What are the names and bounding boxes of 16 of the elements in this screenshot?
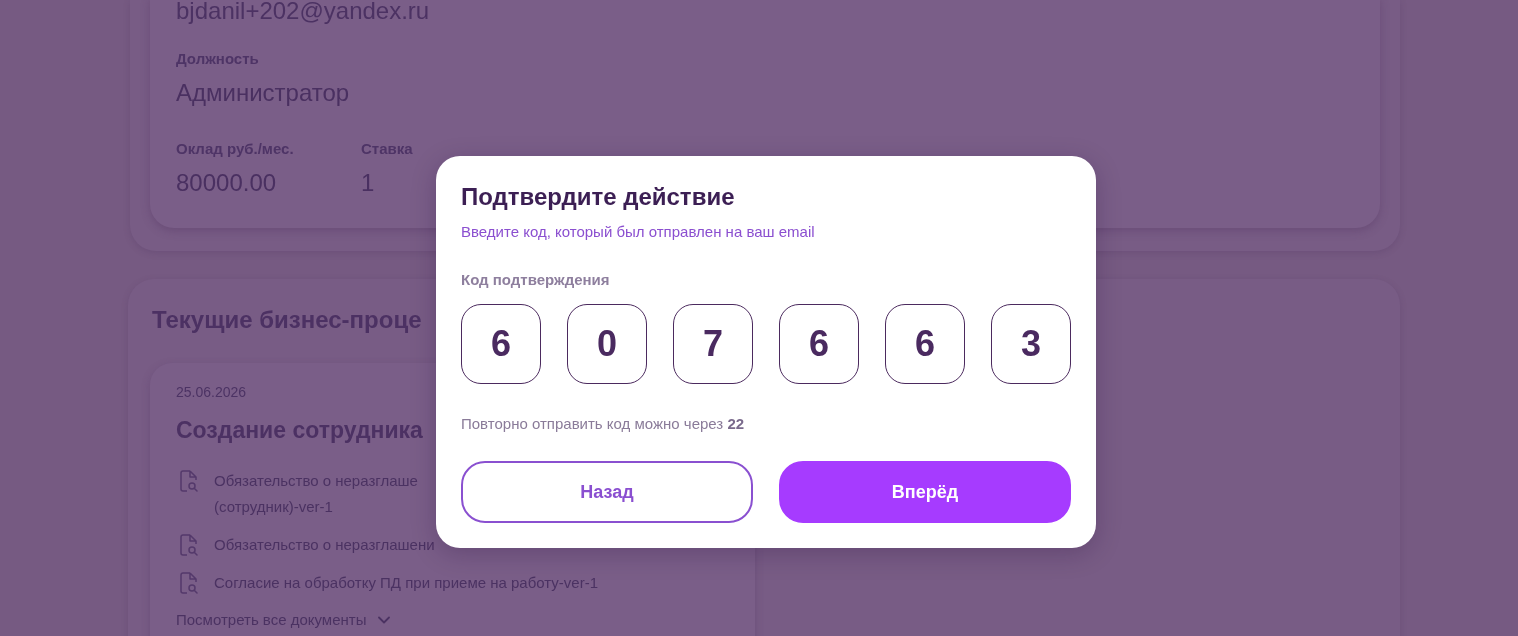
code-label: Код подтверждения: [461, 270, 610, 290]
code-digit-field[interactable]: 7: [673, 304, 753, 384]
dialog-title: Подтвердите действие: [461, 182, 735, 212]
document-search-icon: [180, 534, 198, 556]
code-digit-field[interactable]: 6: [885, 304, 965, 384]
forward-button[interactable]: Вперёд: [779, 461, 1071, 523]
document-search-icon: [180, 470, 198, 492]
code-digit-field[interactable]: 6: [461, 304, 541, 384]
document-search-icon: [180, 572, 198, 594]
resend-timer-text: Повторно отправить код можно через 22: [461, 414, 745, 434]
chevron-down-icon: [378, 616, 391, 624]
back-button[interactable]: Назад: [461, 461, 753, 523]
code-digit-field[interactable]: 0: [567, 304, 647, 384]
code-digit-field[interactable]: 3: [991, 304, 1071, 384]
dialog-subtitle: Введите код, который был отправлен на ваш email: [461, 222, 815, 242]
code-digit-field[interactable]: 6: [779, 304, 859, 384]
